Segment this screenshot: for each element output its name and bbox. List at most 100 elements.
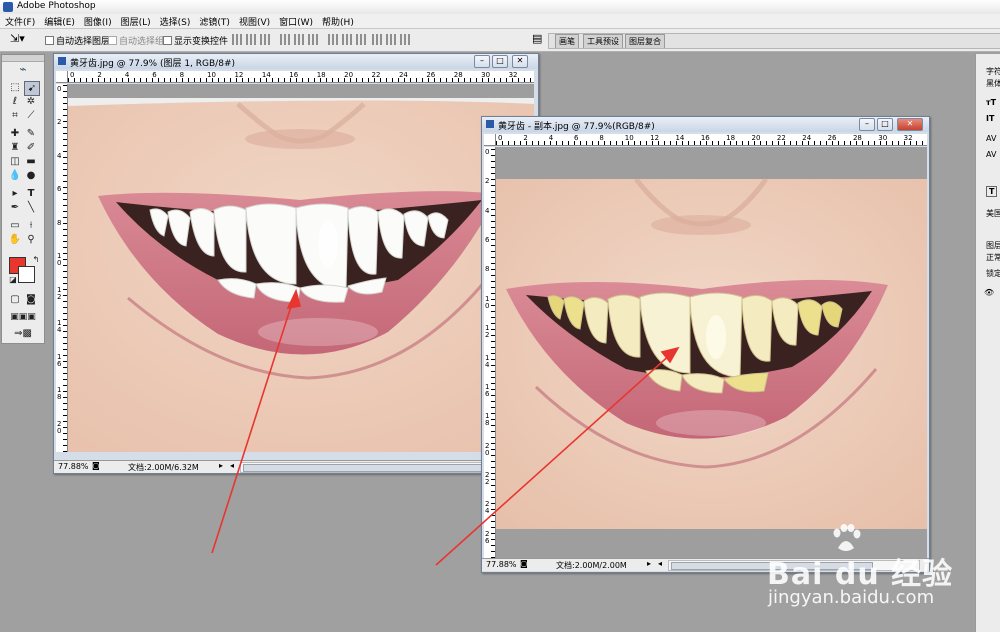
- language-value[interactable]: 美国: [986, 208, 1000, 219]
- path-select-icon[interactable]: ▸: [8, 187, 22, 200]
- auto-select-group-checkbox[interactable]: [108, 36, 117, 45]
- magic-wand-icon[interactable]: ✲: [24, 95, 38, 108]
- doc1-titlebar[interactable]: 黄牙齿.jpg @ 77.9% (图层 1, RGB/8#) – □ ✕: [54, 54, 538, 69]
- default-colors-icon[interactable]: ◪: [6, 273, 20, 286]
- doc1-maximize-button[interactable]: □: [492, 55, 508, 68]
- swap-colors-icon[interactable]: ↰: [29, 253, 43, 266]
- doc1-status-arrow-icon[interactable]: ▸: [219, 461, 223, 470]
- pen-tool-icon[interactable]: ✒: [8, 201, 22, 214]
- hand-tool-icon[interactable]: ✋: [8, 233, 22, 246]
- doc2-titlebar[interactable]: 黄牙齿 - 副本.jpg @ 77.9%(RGB/8#) – □ ✕: [482, 117, 929, 132]
- lasso-tool-icon[interactable]: ℓ: [8, 95, 22, 108]
- doc1-canvas[interactable]: [68, 84, 534, 452]
- show-transform-checkbox[interactable]: [163, 36, 172, 45]
- kerning-icon[interactable]: AV: [986, 150, 996, 159]
- align-top-icon[interactable]: [232, 34, 244, 45]
- doc2-horizontal-ruler[interactable]: 0 2 4 6 8 10 12 14 16 18 20 22 24 26 28 30 32: [496, 134, 927, 146]
- distribute-right-icon[interactable]: [400, 34, 412, 45]
- align-bottom-icon[interactable]: [260, 34, 272, 45]
- doc1-zoom-value[interactable]: 77.88%: [58, 462, 89, 471]
- toolbox-header[interactable]: [2, 55, 44, 62]
- text-color-icon[interactable]: T: [986, 186, 998, 197]
- menu-layer[interactable]: 图层(L): [116, 14, 155, 28]
- distribute-top-icon[interactable]: [328, 34, 340, 45]
- align-hcenter-icon[interactable]: [294, 34, 306, 45]
- slice-tool-icon[interactable]: ⟋: [24, 109, 38, 122]
- doc2-status-arrow-icon[interactable]: ▸: [647, 559, 651, 568]
- quick-mask-icon[interactable]: ◙: [24, 293, 38, 306]
- move-tool-preset-icon[interactable]: ⇲▾: [10, 32, 25, 45]
- doc1-minimize-button[interactable]: –: [474, 55, 490, 68]
- gradient-tool-icon[interactable]: ▬: [24, 155, 38, 168]
- background-color-swatch[interactable]: [18, 266, 35, 283]
- doc2-zoom-value[interactable]: 77.88%: [486, 560, 517, 569]
- distribute-left-icon[interactable]: [372, 34, 384, 45]
- doc2-close-button[interactable]: ✕: [897, 118, 923, 131]
- tab-tool-presets[interactable]: 工具预设: [583, 34, 623, 48]
- doc1-horizontal-scrollbar[interactable]: [240, 462, 522, 473]
- menu-select[interactable]: 选择(S): [155, 14, 195, 28]
- doc2-scroll-left-icon[interactable]: ◂: [658, 559, 662, 568]
- font-size-icon[interactable]: ᴛT: [986, 98, 996, 107]
- doc2-canvas[interactable]: [496, 147, 927, 558]
- line-tool-icon[interactable]: ╲: [24, 201, 38, 214]
- marquee-tool-icon[interactable]: ⬚: [8, 81, 22, 94]
- dodge-tool-icon[interactable]: ●: [24, 169, 38, 182]
- layer-visibility-eye-icon[interactable]: 👁: [984, 288, 994, 297]
- menu-image[interactable]: 图像(I): [79, 14, 116, 28]
- move-tool-icon[interactable]: ➹: [24, 81, 40, 96]
- feather-logo-icon[interactable]: ⌁: [8, 63, 38, 76]
- doc1-ruler-corner[interactable]: [56, 71, 68, 83]
- doc1-vertical-ruler[interactable]: 0 2 4 6 8 10 12 14 16 18 20: [56, 84, 68, 452]
- doc1-close-button[interactable]: ✕: [512, 55, 528, 68]
- distribute-bottom-icon[interactable]: [356, 34, 368, 45]
- layers-tab[interactable]: 图层: [986, 240, 1000, 251]
- show-transform-option[interactable]: 显示变换控件: [163, 34, 228, 47]
- doc1-status-menu-icon[interactable]: ◙: [92, 461, 100, 470]
- doc2-maximize-button[interactable]: □: [877, 118, 893, 131]
- blend-mode-value[interactable]: 正常: [986, 252, 1000, 263]
- character-tab[interactable]: 字符: [986, 66, 1000, 77]
- auto-select-group-option[interactable]: 自动选择组: [108, 34, 164, 47]
- menu-file[interactable]: 文件(F): [0, 14, 39, 28]
- font-family-value[interactable]: 黑体: [986, 78, 1000, 89]
- blur-tool-icon[interactable]: 💧: [8, 169, 22, 182]
- align-left-icon[interactable]: [280, 34, 292, 45]
- distribute-hcenter-icon[interactable]: [386, 34, 398, 45]
- menu-help[interactable]: 帮助(H): [317, 14, 358, 28]
- standard-mode-icon[interactable]: ▢: [8, 293, 22, 306]
- history-brush-icon[interactable]: ✐: [24, 141, 38, 154]
- eraser-tool-icon[interactable]: ◫: [8, 155, 22, 168]
- healing-brush-icon[interactable]: ✚: [8, 127, 22, 140]
- align-right-icon[interactable]: [308, 34, 320, 45]
- notes-tool-icon[interactable]: ▭: [8, 219, 22, 232]
- menu-filter[interactable]: 滤镜(T): [194, 14, 234, 28]
- palette-well-icon[interactable]: ▤: [532, 32, 542, 45]
- eyedropper-icon[interactable]: ⟊: [24, 219, 38, 232]
- doc1-horizontal-ruler[interactable]: 0 2 4 6 8 10 12 14 16 18 20 22 24 26 28 30 32: [68, 71, 534, 83]
- doc2-vertical-ruler[interactable]: 0 2 4 6 8 10 12 14 16 18 20 22 24 26: [484, 147, 496, 558]
- tab-layer-comps[interactable]: 图层复合: [625, 34, 665, 48]
- auto-select-layer-checkbox[interactable]: [45, 36, 54, 45]
- type-tool-icon[interactable]: T: [24, 187, 38, 200]
- screen-mode-icon[interactable]: ▣▣▣: [6, 311, 40, 324]
- clone-stamp-icon[interactable]: ♜: [8, 141, 22, 154]
- menu-view[interactable]: 视图(V): [234, 14, 274, 28]
- doc1-scroll-thumb[interactable]: [243, 464, 505, 472]
- jump-to-imageready-icon[interactable]: ⇒▩: [8, 327, 38, 340]
- crop-tool-icon[interactable]: ⌗: [8, 109, 22, 122]
- doc2-status-menu-icon[interactable]: ◙: [520, 559, 528, 568]
- brush-tool-icon[interactable]: ✎: [24, 127, 38, 140]
- tab-brushes[interactable]: 画笔: [555, 34, 579, 48]
- doc2-minimize-button[interactable]: –: [859, 118, 875, 131]
- align-vcenter-icon[interactable]: [246, 34, 258, 45]
- doc1-scroll-left-icon[interactable]: ◂: [230, 461, 234, 470]
- auto-select-layer-option[interactable]: 自动选择图层: [45, 34, 110, 47]
- zoom-tool-icon[interactable]: ⚲: [24, 233, 38, 246]
- menu-edit[interactable]: 编辑(E): [39, 14, 79, 28]
- leading-icon[interactable]: IT: [986, 114, 994, 123]
- tracking-icon[interactable]: AV: [986, 134, 996, 143]
- doc2-ruler-corner[interactable]: [484, 134, 496, 146]
- distribute-vcenter-icon[interactable]: [342, 34, 354, 45]
- menu-window[interactable]: 窗口(W): [274, 14, 317, 28]
